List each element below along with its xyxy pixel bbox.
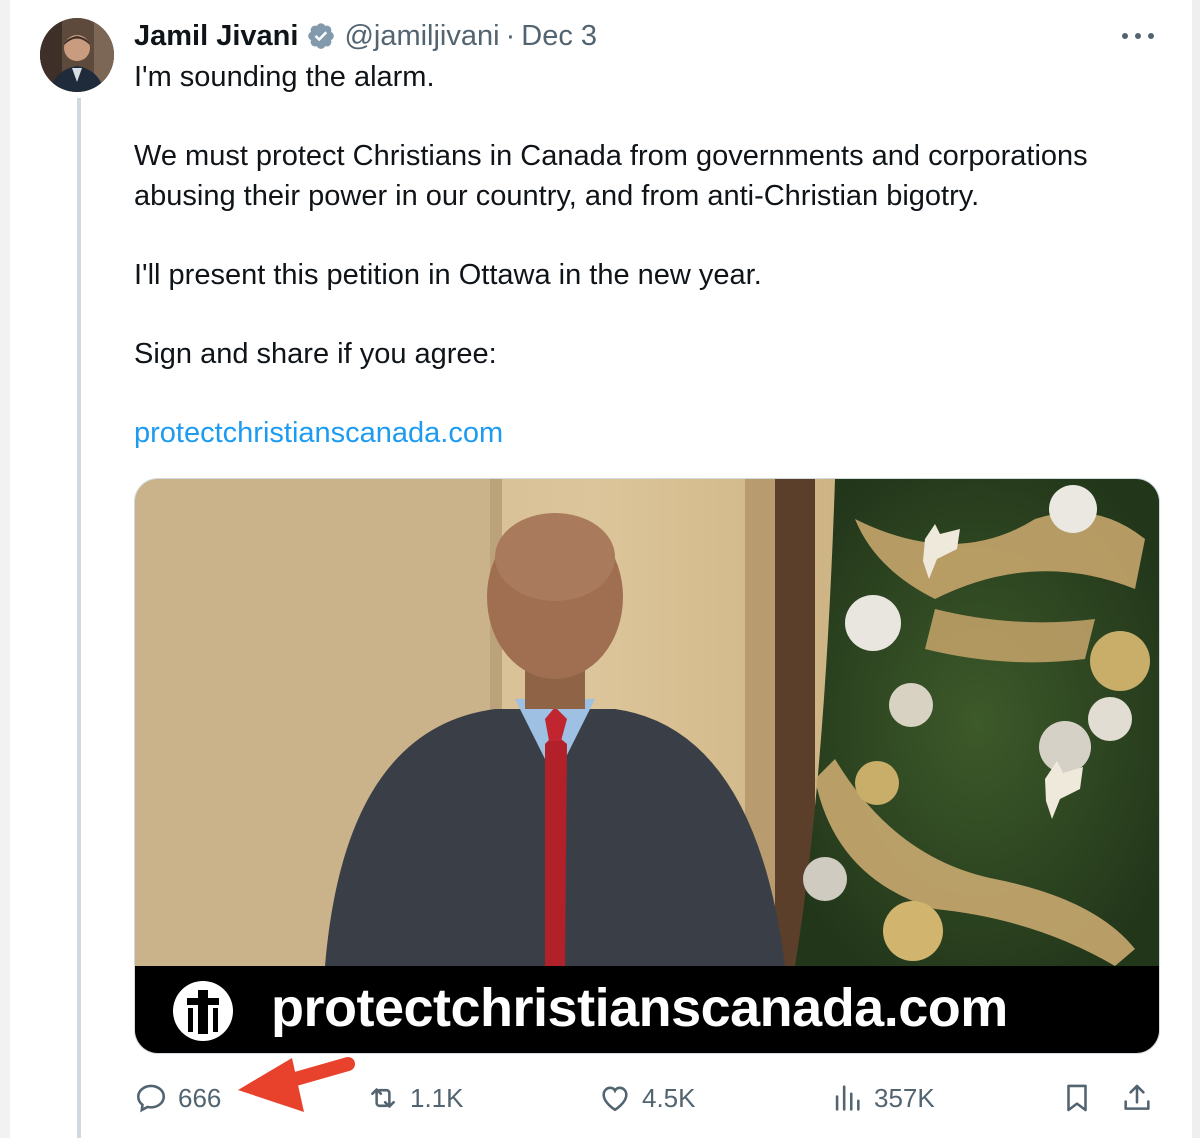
tweet-header: Jamil Jivani @jamiljivani · Dec 3 <box>134 16 597 56</box>
retweet-count: 1.1K <box>410 1082 464 1113</box>
more-options-button[interactable] <box>1118 22 1158 50</box>
thread-line <box>77 98 81 1138</box>
petition-link[interactable]: protectchristianscanada.com <box>134 417 503 449</box>
tweet-date[interactable]: Dec 3 <box>521 20 597 53</box>
tweet-paragraph-4: Sign and share if you agree: <box>134 337 497 370</box>
share-button[interactable] <box>1120 1076 1154 1120</box>
view-count: 357K <box>874 1082 935 1113</box>
red-annotation-arrow <box>238 1057 355 1112</box>
cross-shield-logo <box>173 981 233 1041</box>
views-button[interactable]: 357K <box>830 1076 935 1120</box>
video-thumbnail[interactable]: protectchristianscanada.com <box>134 478 1160 1054</box>
page-edge-right <box>1192 0 1200 1138</box>
verified-badge-icon <box>308 23 335 49</box>
more-horizontal-icon <box>1122 33 1128 39</box>
views-bar-icon <box>835 1085 860 1111</box>
retweet-button[interactable]: 1.1K <box>366 1076 464 1120</box>
like-count: 4.5K <box>642 1082 696 1113</box>
page-edge-left <box>0 0 10 1138</box>
reply-bubble-icon <box>136 1084 166 1113</box>
more-dot <box>1148 33 1154 39</box>
reply-button[interactable]: 666 <box>134 1076 221 1120</box>
reply-count: 666 <box>178 1082 222 1113</box>
tweet-text: I'm sounding the alarm. We must protect … <box>134 58 1164 453</box>
tweet-paragraph-2: We must protect Christians in Canada fro… <box>134 140 1088 212</box>
bookmark-button[interactable] <box>1060 1076 1094 1120</box>
separator-dot: · <box>505 19 516 52</box>
video-banner-text: protectchristianscanada.com <box>271 978 1008 1038</box>
share-icon <box>1124 1084 1150 1110</box>
bookmark-icon <box>1067 1084 1087 1112</box>
heart-icon <box>602 1086 628 1112</box>
more-dot <box>1135 33 1141 39</box>
display-name[interactable]: Jamil Jivani <box>134 20 298 53</box>
tweet-line-1: I'm sounding the alarm. <box>134 61 435 93</box>
like-button[interactable]: 4.5K <box>598 1076 696 1120</box>
avatar[interactable] <box>40 18 114 92</box>
handle[interactable]: @jamiljivani <box>344 20 499 53</box>
retweet-icon <box>371 1088 395 1108</box>
tweet-paragraph-3: I'll present this petition in Ottawa in … <box>134 258 762 291</box>
